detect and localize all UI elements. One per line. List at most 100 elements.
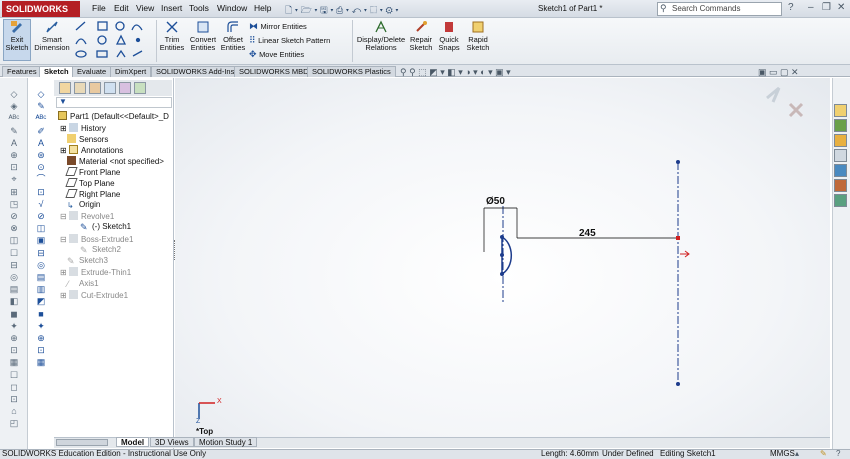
view-palette-icon[interactable] [834,164,847,177]
view-orientation-label: *Top [196,427,214,436]
tree-item-cut-extrude[interactable]: ⊞ Cut-Extrude1 [60,290,128,301]
notification-icon[interactable]: ✎ [820,449,827,459]
display-manager-tab-icon[interactable] [119,82,131,94]
solidworks-logo[interactable]: SOLIDWORKS [2,1,80,17]
sketch-point[interactable] [676,382,680,386]
quick-access-toolbar[interactable]: 🗋 ▾ 🗁 ▾ 🖫 ▾ ⎙ ▾ ↶ ▾ ⬚ ▾ ⚙ ▾ [285,3,415,15]
sketch-tools-column[interactable]: ◇ ✎ ᴬᴮᶜ ✐ A ⊛ ⊙ ⌒ ⊡ √ ⊘ ◫ ▣ ⊟ ◎ ▤ ▥ ◩ ■ ✦ ⊕ ⊡ ▦ [31,88,51,369]
home-icon[interactable] [834,104,847,117]
configmanager-tab-icon[interactable] [89,82,101,94]
propertymanager-tab-icon[interactable] [74,82,86,94]
display-delete-relations-label: Display/Delete Relations [356,35,406,52]
viewport-window-controls[interactable]: ▣ ▭ ▢ ✕ [758,67,799,78]
tree-item-top-plane[interactable]: Top Plane [65,178,115,189]
menu-view[interactable]: View [136,3,154,13]
tab-model[interactable]: Model [116,437,150,447]
tree-item-extrude-thin[interactable]: ⊞ Extrude-Thin1 [60,267,131,278]
help-status-icon[interactable]: ? [836,449,840,459]
move-icon: ✥ [249,49,257,59]
tree-item-material[interactable]: Material <not specified> [67,156,164,167]
sketch-drawing[interactable] [175,78,830,439]
confirmation-corner[interactable] [766,86,804,118]
restore-icon[interactable]: ❐ [822,2,831,13]
sketch-point[interactable] [676,160,680,164]
tab-mbd[interactable]: SOLIDWORKS MBD [234,66,314,77]
tree-label: Part1 (Default<<Default>_D [70,112,169,121]
linear-pattern-button[interactable]: ⠿ Linear Sketch Pattern [249,35,330,46]
tab-plastics[interactable]: SOLIDWORKS Plastics [307,66,396,77]
menu-help[interactable]: Help [254,3,271,13]
mirror-entities-label: Mirror Entities [260,22,307,31]
tree-item-revolve[interactable]: ⊟ Revolve1 [60,211,114,222]
length-dimension[interactable]: 245 [579,228,596,239]
menu-tools[interactable]: Tools [189,3,209,13]
ribbon-separator [156,20,157,62]
unit-dropdown-icon[interactable]: ▴ [795,449,799,459]
tree-item-sketch3[interactable]: ✎ Sketch3 [67,256,108,266]
sketch-entities-group[interactable] [74,20,152,62]
tree-item-sketch2[interactable]: ✎ Sketch2 [80,245,121,255]
edition-text: SOLIDWORKS Education Edition - Instructi… [2,449,207,458]
tree-item-right-plane[interactable]: Right Plane [65,189,120,200]
units-status[interactable]: MMGS [770,449,795,459]
view-triad [198,402,215,418]
resources-icon[interactable] [834,119,847,132]
close-icon[interactable]: ✕ [837,2,845,13]
convert-entities-button[interactable]: Convert Entities [188,20,218,52]
heads-up-toolbar[interactable]: ⚲ ⚲ ⬚ ◩ ▾ ◧ ▾ ◑ ▾ ◐ ▾ ▣ ▾ [400,67,511,78]
quick-snaps-button[interactable]: Quick Snaps [436,20,462,52]
rapid-sketch-button[interactable]: Rapid Sketch [465,20,491,52]
tab-dimxpert[interactable]: DimXpert [110,66,152,77]
axis-icon: ⁄ [67,279,69,289]
repair-sketch-button[interactable]: Repair Sketch [408,20,434,52]
tree-item-history[interactable]: ⊞ History [60,123,106,134]
tab-features[interactable]: Features [2,66,42,77]
diameter-dimension[interactable]: Ø50 [486,196,505,207]
tree-label: Annotations [80,146,124,155]
editing-status: Editing Sketch1 [660,449,716,458]
design-library-icon[interactable] [834,134,847,147]
length-status: Length: 4.60mm [541,449,599,458]
tree-item-annotations[interactable]: ⊞ Annotations [60,145,123,156]
menu-insert[interactable]: Insert [161,3,182,13]
custom-properties-icon[interactable] [834,194,847,207]
menu-window[interactable]: Window [217,3,247,13]
move-entities-button[interactable]: ✥ Move Entities [249,49,304,60]
minimize-icon[interactable]: – [808,2,814,13]
exit-sketch-button[interactable]: Exit Sketch [3,19,31,61]
tree-item-part[interactable]: Part1 (Default<<Default>_D [58,111,169,122]
tab-addins[interactable]: SOLIDWORKS Add-Ins [151,66,240,77]
tab-3d-views[interactable]: 3D Views [150,437,194,447]
sketch-point[interactable] [500,272,504,276]
featuremanager-tab-icon[interactable] [59,82,71,94]
help-icon[interactable]: ? [788,2,794,13]
menu-edit[interactable]: Edit [114,3,129,13]
display-delete-relations-button[interactable]: Display/Delete Relations [356,20,406,52]
sketch-point[interactable] [500,235,504,239]
search-input[interactable]: Search Commands [657,2,782,16]
dimxpert-tab-icon[interactable] [104,82,116,94]
tab-evaluate[interactable]: Evaluate [72,66,112,77]
appearances-icon[interactable] [834,179,847,192]
sketch-endpoint-marker[interactable] [676,236,680,240]
tree-item-front-plane[interactable]: Front Plane [65,167,120,178]
tab-sketch[interactable]: Sketch [39,66,74,77]
appearance-tab-icon[interactable] [134,82,146,94]
offset-entities-button[interactable]: Offset Entities [220,20,246,52]
tab-motion-study[interactable]: Motion Study 1 [194,437,258,447]
file-explorer-icon[interactable] [834,149,847,162]
tree-item-axis[interactable]: ⁄ Axis1 [67,279,99,289]
mirror-entities-button[interactable]: ⧓ Mirror Entities [249,21,307,32]
tree-item-sketch1[interactable]: ✎ (-) Sketch1 [80,222,131,232]
tree-item-origin[interactable]: ↳ Origin [67,200,100,210]
tree-item-sensors[interactable]: Sensors [67,134,108,145]
menu-file[interactable]: File [92,3,106,13]
origin-icon: ↳ [67,201,74,210]
smart-dimension-button[interactable]: Smart Dimension [33,20,71,52]
side-toolbar-icons[interactable]: ◇ ◈ ᴬᴮᶜ ✎ A ⊕ ⊡ ⌖ ⊞ ◳ ⊘ ⊗ ◫ ☐ ⊟ ◎ ▤ ◧ ◼ ✦ ⊕ ⊡ ▦ ☐ ◻ ⊡ ⌂ ◰ [3,88,25,430]
tree-item-boss-extrude[interactable]: ⊟ Boss-Extrude1 [60,234,133,245]
horizontal-scrollbar[interactable] [56,439,108,446]
tree-filter-input[interactable] [56,97,172,108]
sketch-point[interactable] [500,253,504,257]
trim-entities-button[interactable]: Trim Entities [158,20,186,52]
